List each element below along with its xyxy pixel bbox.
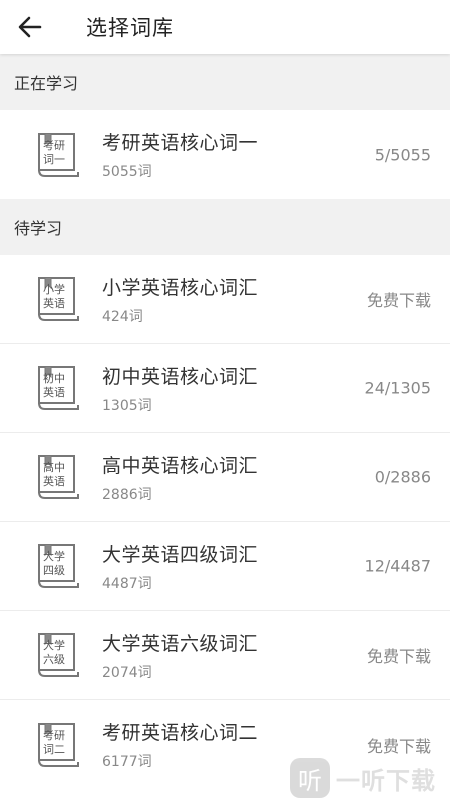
- section-header-studying: 正在学习: [0, 54, 450, 110]
- book-cover-label: 大学 四级: [43, 550, 65, 577]
- book-icon: 初中 英语: [33, 363, 81, 413]
- book-cover-label: 初中 英语: [43, 372, 65, 399]
- wordbook-word-count: 2886词: [102, 486, 152, 503]
- book-icon: 高中 英语: [33, 452, 81, 502]
- wordbook-status: 5/5055: [374, 145, 431, 164]
- wordbook-row[interactable]: 考研 词一 考研英语核心词一 5055词 5/5055: [0, 110, 450, 199]
- wordbook-status: 免费下载: [366, 291, 431, 310]
- book-icon: 大学 六级: [33, 630, 81, 680]
- wordbook-word-count: 1305词: [102, 397, 152, 414]
- studying-list: 考研 词一 考研英语核心词一 5055词 5/5055: [0, 110, 450, 199]
- wordbook-word-count: 5055词: [102, 164, 152, 180]
- wordbook-row[interactable]: 小学 英语 小学英语核心词汇 424词 免费下载: [0, 255, 450, 344]
- wordbook-status: 12/4487: [364, 556, 431, 576]
- top-bar: 选择词库: [0, 0, 450, 54]
- book-cover-label: 高中 英语: [43, 461, 65, 488]
- section-header-pending: 待学习: [0, 199, 450, 255]
- book-cover-label: 考研 词一: [43, 138, 65, 166]
- wordbook-row[interactable]: 大学 六级 大学英语六级词汇 2074词 免费下载: [0, 611, 450, 700]
- wordbook-row[interactable]: 高中 英语 高中英语核心词汇 2886词 0/2886: [0, 433, 450, 522]
- book-cover-label: 小学 英语: [43, 283, 65, 310]
- wordbook-status: 24/1305: [364, 378, 431, 398]
- book-icon: 考研 词二: [33, 720, 81, 770]
- book-cover-label: 考研 词二: [43, 728, 65, 756]
- arrow-left-icon: [18, 16, 42, 38]
- wordbook-status: 免费下载: [366, 736, 431, 756]
- book-icon: 考研 词一: [33, 130, 81, 180]
- wordbook-row[interactable]: 大学 四级 大学英语四级词汇 4487词 12/4487: [0, 522, 450, 611]
- wordbook-word-count: 4487词: [102, 575, 152, 592]
- book-icon: 大学 四级: [33, 541, 81, 591]
- pending-list: 小学 英语 小学英语核心词汇 424词 免费下载 初中 英语 初中英语核心词汇 1305词 24/…: [0, 255, 450, 789]
- wordbook-row[interactable]: 初中 英语 初中英语核心词汇 1305词 24/1305: [0, 344, 450, 433]
- wordbook-row[interactable]: 考研 词二 考研英语核心词二 6177词 免费下载: [0, 700, 450, 789]
- book-cover-label: 大学 六级: [43, 639, 65, 666]
- book-icon: 小学 英语: [33, 274, 81, 324]
- page-title: 选择词库: [86, 16, 174, 40]
- wordbook-status: 免费下载: [366, 647, 431, 666]
- back-button[interactable]: [0, 0, 60, 54]
- wordbook-status: 0/2886: [374, 467, 431, 487]
